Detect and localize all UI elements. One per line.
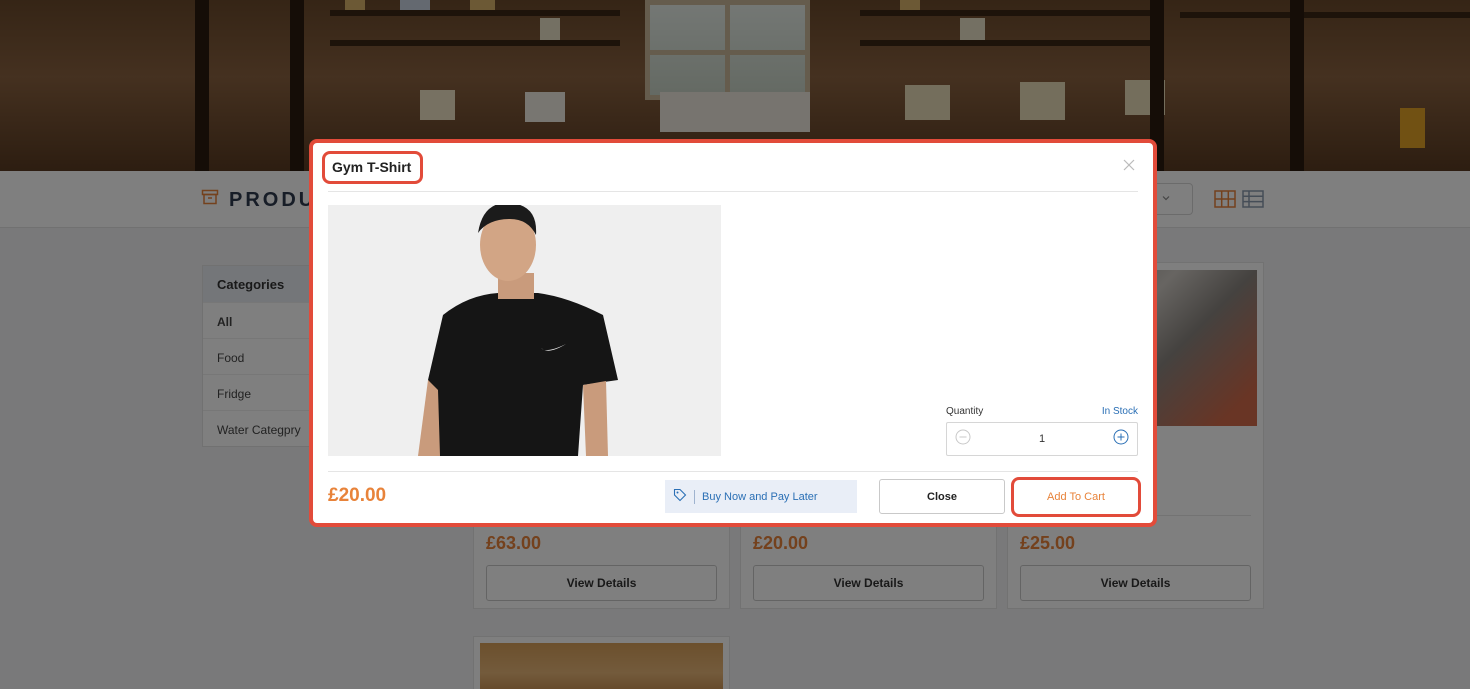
product-modal: Gym T-Shirt Quantity In Stock 1 £20.00 B… [309,139,1157,527]
modal-title: Gym T-Shirt [322,151,424,184]
modal-price: £20.00 [328,485,387,506]
close-icon[interactable] [1121,157,1137,173]
quantity-label: Quantity [946,406,984,417]
minus-circle-icon[interactable] [955,429,971,450]
stock-status: In Stock [1101,406,1138,417]
quantity-stepper: 1 [946,422,1138,456]
close-button[interactable]: Close [879,479,1005,514]
bnpl-label: Buy Now and Pay Later [702,490,818,503]
quantity-value[interactable]: 1 [1039,433,1045,445]
add-to-cart-button[interactable]: Add To Cart [1011,477,1141,517]
add-to-cart-label: Add To Cart [1047,491,1105,503]
product-photo [328,205,721,456]
plus-circle-icon[interactable] [1113,429,1129,450]
buy-now-pay-later-button[interactable]: Buy Now and Pay Later [665,480,857,513]
tag-icon [673,488,687,505]
